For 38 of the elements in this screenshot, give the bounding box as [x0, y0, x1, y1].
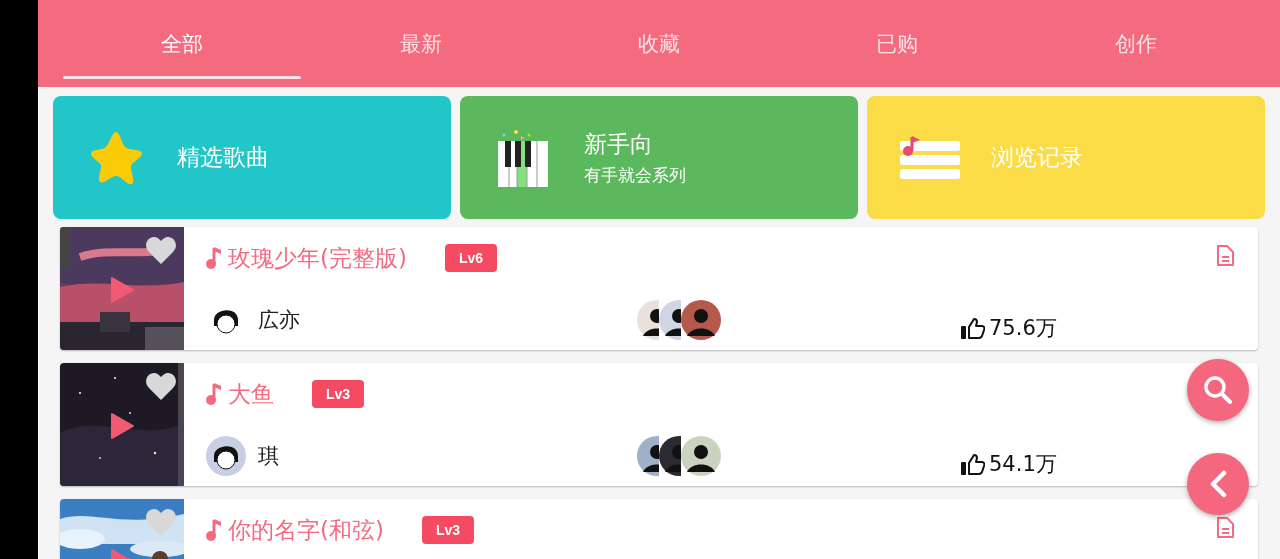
category-card[interactable]: 浏览记录	[867, 96, 1265, 219]
tab[interactable]: 最新	[301, 0, 540, 87]
category-title: 精选歌曲	[177, 143, 269, 172]
author-name[interactable]: 琪	[258, 441, 279, 470]
thumbs-up-icon[interactable]	[961, 316, 985, 339]
tab[interactable]: 全部	[63, 0, 302, 87]
heart-icon[interactable]	[146, 237, 176, 264]
document-icon[interactable]	[1216, 245, 1234, 267]
level-badge: Lv6	[444, 244, 498, 272]
level-badge: Lv3	[421, 516, 475, 544]
chevron-left-icon	[1208, 470, 1228, 498]
tab[interactable]: 创作	[1016, 0, 1256, 87]
category-title: 新手向	[584, 129, 654, 159]
category-subtitle: 有手就会系列	[584, 163, 686, 187]
like-count: 75.6万	[989, 314, 1057, 342]
music-note-icon	[206, 382, 222, 406]
play-icon[interactable]	[110, 277, 134, 303]
song-title[interactable]: 你的名字(和弦)	[228, 514, 384, 546]
tab[interactable]: 收藏	[539, 0, 779, 87]
music-note-icon	[206, 518, 222, 542]
play-icon[interactable]	[110, 413, 134, 439]
level-badge: Lv3	[312, 380, 365, 408]
category-card[interactable]: 新手向 有手就会系列	[460, 96, 858, 219]
category-title: 浏览记录	[991, 143, 1083, 172]
search-icon	[1203, 375, 1233, 405]
document-icon[interactable]	[1216, 517, 1234, 539]
category-card[interactable]: 精选歌曲	[53, 96, 451, 219]
avatar[interactable]	[681, 435, 721, 476]
author-name[interactable]: 広亦	[258, 305, 300, 334]
avatar[interactable]	[681, 299, 721, 340]
music-note-icon	[206, 246, 222, 270]
song-title[interactable]: 玫瑰少年(完整版)	[228, 242, 407, 274]
tab[interactable]: 已购	[778, 0, 1017, 87]
like-count: 54.1万	[989, 450, 1057, 478]
thumbs-up-icon[interactable]	[961, 452, 985, 475]
avatar[interactable]	[206, 435, 246, 476]
song-title[interactable]: 大鱼	[228, 378, 274, 410]
heart-icon[interactable]	[146, 373, 176, 400]
